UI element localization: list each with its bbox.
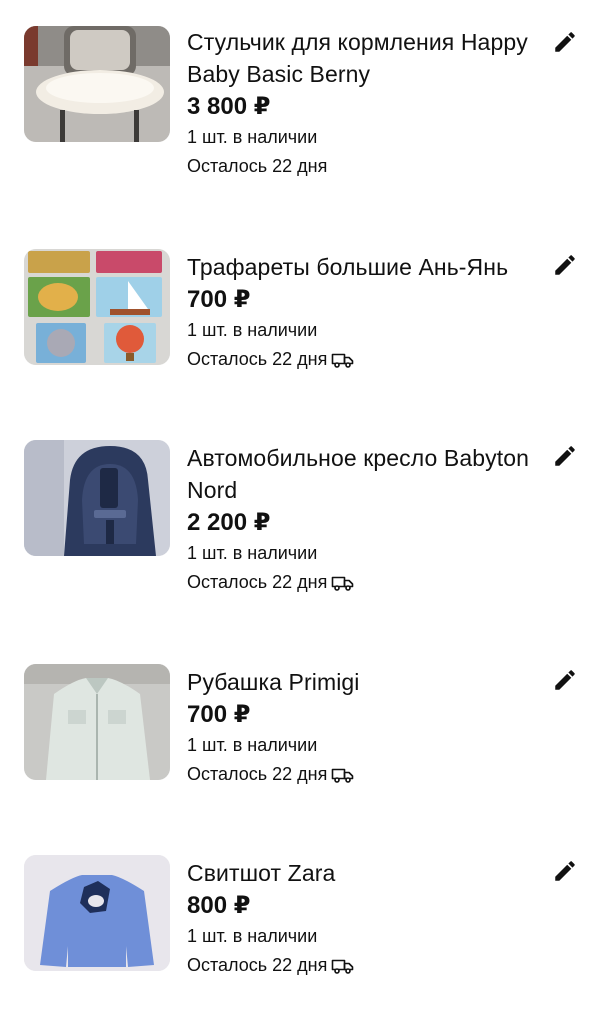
listing-stock: 1 шт. в наличии [187,543,318,563]
edit-button[interactable] [552,29,578,55]
listing-item[interactable]: Свитшот Zara 800 ₽ 1 шт. в наличии Остал… [0,855,600,1035]
listing-price: 700 ₽ [187,286,251,313]
listing-thumbnail[interactable] [24,440,170,556]
pencil-icon [555,861,575,881]
pencil-icon [555,670,575,690]
truck-icon [332,768,354,783]
listing-thumbnail[interactable] [24,26,170,142]
listing-price: 3 800 ₽ [187,93,271,120]
listing-remaining-text: Осталось 22 дня [187,764,328,784]
pencil-icon [555,255,575,275]
listing-remaining-text: Осталось 22 дня [187,156,328,176]
edit-button[interactable] [552,252,578,278]
listing-thumbnail[interactable] [24,249,170,365]
truck-icon [332,353,354,368]
edit-button[interactable] [552,667,578,693]
listing-thumbnail[interactable] [24,664,170,780]
pencil-icon [555,32,575,52]
listing-remaining: Осталось 22 дня [187,951,537,980]
high-chair-photo [24,26,170,142]
stencil-puzzles-photo [24,249,170,365]
listing-thumbnail[interactable] [24,855,170,971]
listing-stock: 1 шт. в наличии [187,320,318,340]
listing-title: Рубашка Primigi [187,669,360,695]
listing-stock: 1 шт. в наличии [187,735,318,755]
edit-button[interactable] [552,443,578,469]
shirt-photo [24,664,170,780]
listing-item[interactable]: Автомобильное кресло Babyton Nord 2 200 … [0,440,600,620]
listing-item[interactable]: Рубашка Primigi 700 ₽ 1 шт. в наличии Ос… [0,664,600,844]
listing-price: 800 ₽ [187,892,251,919]
car-seat-photo [24,440,170,556]
listing-title: Свитшот Zara [187,860,336,886]
listing-title: Трафареты большие Ань-Янь [187,254,509,280]
listing-remaining: Осталось 22 дня [187,152,537,181]
listing-remaining: Осталось 22 дня [187,760,537,789]
listing-price: 2 200 ₽ [187,509,271,536]
listing-title: Стульчик для кормления Happy Baby Basic … [187,29,528,87]
sweatshirt-photo [24,855,170,971]
listing-remaining-text: Осталось 22 дня [187,572,328,592]
listing-item[interactable]: Трафареты большие Ань-Янь 700 ₽ 1 шт. в … [0,249,600,429]
listing-remaining-text: Осталось 22 дня [187,349,328,369]
pencil-icon [555,446,575,466]
listing-item[interactable]: Стульчик для кормления Happy Baby Basic … [0,26,600,206]
listing-title: Автомобильное кресло Babyton Nord [187,445,530,503]
listing-remaining-text: Осталось 22 дня [187,955,328,975]
listing-price: 700 ₽ [187,701,251,728]
listing-stock: 1 шт. в наличии [187,926,318,946]
listing-remaining: Осталось 22 дня [187,568,537,597]
truck-icon [332,959,354,974]
listing-stock: 1 шт. в наличии [187,127,318,147]
truck-icon [332,576,354,591]
edit-button[interactable] [552,858,578,884]
listing-remaining: Осталось 22 дня [187,345,537,374]
